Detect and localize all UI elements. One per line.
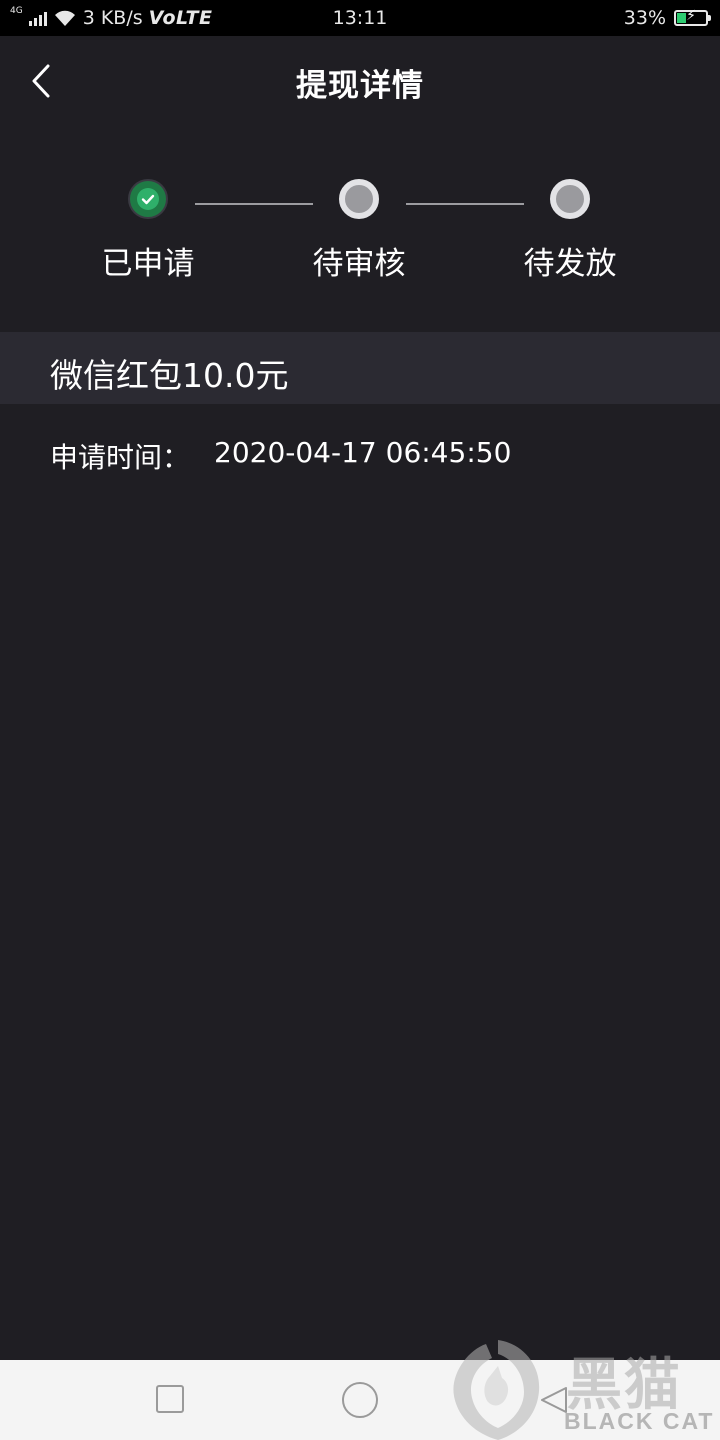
- nav-back-button[interactable]: [536, 1382, 572, 1418]
- header: 提现详情: [0, 36, 720, 128]
- step-label-applied: 已申请: [101, 246, 195, 282]
- apply-time-value: 2020-04-17 06:45:50: [214, 436, 512, 469]
- clock: 13:11: [332, 7, 388, 29]
- step-label-release: 待发放: [523, 246, 617, 282]
- progress-steps: 已申请 待审核 待发放: [0, 170, 720, 290]
- navigation-bar: [0, 1360, 720, 1440]
- step-connector-2: [406, 203, 524, 205]
- check-icon: [141, 194, 155, 205]
- battery-icon: ⚡: [674, 8, 711, 26]
- charging-icon: ⚡: [686, 8, 696, 24]
- apply-time-label: 申请时间：: [50, 441, 191, 474]
- page-title: 提现详情: [296, 68, 424, 104]
- home-button[interactable]: [342, 1382, 378, 1418]
- withdraw-amount: 微信红包10.0元: [50, 356, 289, 395]
- status-right: 33% ⚡: [623, 0, 711, 36]
- step-connector-1: [195, 203, 313, 205]
- step-pending-indicator-2: [339, 179, 379, 219]
- step-done-indicator: [128, 179, 168, 219]
- step-pending-indicator-3: [550, 179, 590, 219]
- recent-apps-button[interactable]: [156, 1385, 184, 1413]
- status-bar: 4G 3 KB/s VoLTE 13:11 33% ⚡: [0, 0, 720, 36]
- withdraw-amount-row: 微信红包10.0元: [0, 332, 720, 404]
- step-label-review: 待审核: [312, 246, 406, 282]
- battery-percent: 33%: [623, 7, 666, 29]
